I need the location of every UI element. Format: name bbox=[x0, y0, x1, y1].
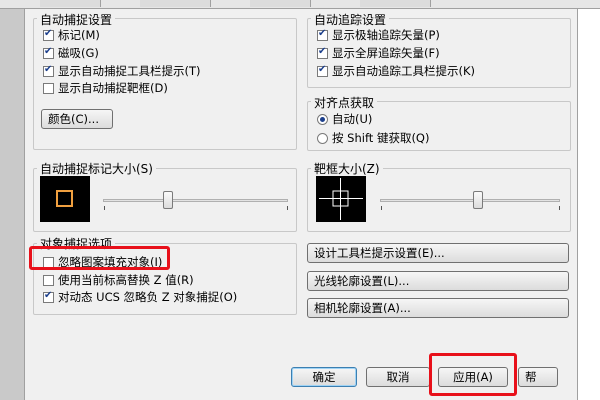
right-window-edge bbox=[577, 0, 600, 400]
marker-checkbox-row[interactable]: 标记(M) bbox=[43, 27, 100, 43]
marker-size-tick-min bbox=[104, 206, 105, 210]
ignore-negative-z-checkbox-row[interactable]: 对动态 UCS 忽略负 Z 对象捕捉(O) bbox=[43, 289, 237, 305]
fullscreen-vector-checkbox[interactable] bbox=[317, 46, 328, 59]
ignore-negative-z-label: 对动态 UCS 忽略负 Z 对象捕捉(O) bbox=[58, 290, 238, 304]
marker-label: 标记(M) bbox=[58, 28, 100, 42]
crosshair-icon bbox=[319, 178, 363, 220]
auto-radio-row[interactable]: 自动(U) bbox=[317, 111, 372, 127]
autotrack-tooltip-checkbox-row[interactable]: 显示自动追踪工具栏提示(K) bbox=[317, 63, 475, 79]
tab-strip bbox=[0, 0, 600, 9]
drafting-tooltip-settings-button[interactable]: 设计工具栏提示设置(E)... bbox=[307, 243, 569, 263]
shift-radio[interactable] bbox=[317, 132, 328, 144]
autosnap-group-title: 自动捕捉设置 bbox=[37, 11, 116, 28]
polar-vector-checkbox-row[interactable]: 显示极轴追踪矢量(P) bbox=[317, 27, 440, 43]
replace-z-label: 使用当前标高替换 Z 值(R) bbox=[58, 273, 194, 287]
tab-partial-1[interactable] bbox=[40, 0, 101, 7]
fullscreen-vector-label: 显示全屏追踪矢量(F) bbox=[332, 46, 440, 60]
marker-checkbox[interactable] bbox=[43, 28, 54, 41]
autosnap-tooltip-label: 显示自动捕捉工具栏提示(T) bbox=[58, 64, 201, 78]
autosnap-tooltip-checkbox[interactable] bbox=[43, 64, 54, 77]
ignore-negative-z-checkbox[interactable] bbox=[43, 290, 54, 303]
aperture-size-tick-max bbox=[559, 206, 560, 210]
auto-radio-label: 自动(U) bbox=[332, 112, 373, 126]
cameras-glyph-settings-button[interactable]: 相机轮廓设置(A)... bbox=[307, 298, 569, 318]
magnet-checkbox[interactable] bbox=[43, 46, 54, 59]
aperture-box-checkbox-row[interactable]: 显示自动捕捉靶框(D) bbox=[43, 80, 168, 96]
marker-size-track[interactable] bbox=[103, 199, 288, 202]
aperture-box-checkbox[interactable] bbox=[43, 82, 54, 94]
magnet-checkbox-row[interactable]: 磁吸(G) bbox=[43, 45, 99, 61]
tab-partial-4[interactable] bbox=[360, 0, 431, 7]
left-window-edge bbox=[0, 0, 24, 400]
fullscreen-vector-checkbox-row[interactable]: 显示全屏追踪矢量(F) bbox=[317, 45, 440, 61]
magnet-label: 磁吸(G) bbox=[58, 46, 99, 60]
polar-vector-label: 显示极轴追踪矢量(P) bbox=[332, 28, 440, 42]
alignment-group-title: 对齐点获取 bbox=[311, 94, 378, 111]
polar-vector-checkbox[interactable] bbox=[317, 28, 328, 41]
aperture-size-tick-min bbox=[381, 206, 382, 210]
help-button[interactable]: 帮 bbox=[518, 367, 558, 387]
aperture-size-slider-thumb[interactable] bbox=[473, 191, 483, 209]
replace-z-checkbox[interactable] bbox=[43, 274, 54, 286]
lights-glyph-settings-button[interactable]: 光线轮廓设置(L)... bbox=[307, 271, 569, 291]
ok-button[interactable]: 确定 bbox=[291, 367, 357, 387]
highlight-ignore-hatch bbox=[29, 246, 170, 270]
replace-z-checkbox-row[interactable]: 使用当前标高替换 Z 值(R) bbox=[43, 272, 194, 288]
tab-partial-2[interactable] bbox=[140, 0, 211, 7]
autotrack-tooltip-label: 显示自动追踪工具栏提示(K) bbox=[332, 64, 476, 78]
tab-partial-3[interactable] bbox=[250, 0, 311, 7]
marker-size-title: 自动捕捉标记大小(S) bbox=[37, 160, 156, 177]
marker-size-slider-thumb[interactable] bbox=[163, 191, 173, 209]
auto-radio[interactable] bbox=[317, 113, 328, 125]
marker-size-tick-max bbox=[287, 206, 288, 210]
autotrack-group-title: 自动追踪设置 bbox=[311, 11, 390, 28]
autotrack-tooltip-checkbox[interactable] bbox=[317, 64, 328, 77]
color-button[interactable]: 颜色(C)... bbox=[41, 109, 113, 129]
cancel-button[interactable]: 取消 bbox=[366, 367, 430, 387]
shift-radio-row[interactable]: 按 Shift 键获取(Q) bbox=[317, 130, 429, 146]
autosnap-tooltip-checkbox-row[interactable]: 显示自动捕捉工具栏提示(T) bbox=[43, 63, 201, 79]
aperture-box-label: 显示自动捕捉靶框(D) bbox=[58, 81, 168, 95]
highlight-apply bbox=[429, 353, 517, 396]
aperture-size-track[interactable] bbox=[380, 199, 560, 202]
marker-preview bbox=[40, 176, 90, 222]
aperture-preview bbox=[316, 176, 366, 222]
aperture-size-title: 靶框大小(Z) bbox=[311, 160, 383, 177]
marker-square-icon bbox=[56, 190, 73, 207]
shift-radio-label: 按 Shift 键获取(Q) bbox=[332, 131, 430, 145]
